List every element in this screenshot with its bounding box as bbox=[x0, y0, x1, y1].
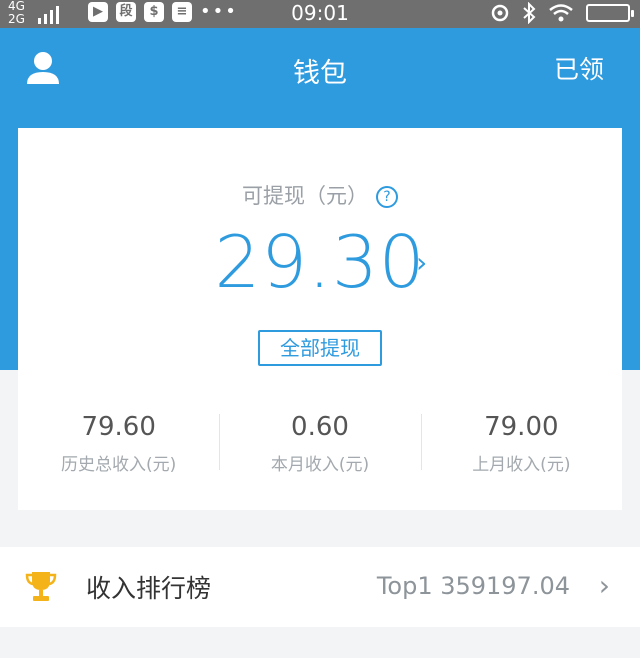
stat-last-month-income: 79.00 上月收入(元) bbox=[420, 410, 622, 490]
bluetooth-icon bbox=[523, 2, 536, 24]
battery-icon bbox=[586, 4, 634, 22]
status-bar: 4G 2G ▶ 段 $ ≡ ••• 09:01 bbox=[0, 0, 640, 28]
stat-value: 0.60 bbox=[291, 412, 349, 442]
stat-label: 本月收入(元) bbox=[270, 455, 370, 475]
withdraw-all-button[interactable]: 全部提现 bbox=[258, 330, 382, 366]
stat-label: 上月收入(元) bbox=[472, 455, 571, 475]
wifi-icon bbox=[549, 4, 573, 22]
system-icons bbox=[490, 2, 634, 24]
rotation-icon bbox=[491, 4, 509, 22]
available-label: 可提现（元）? bbox=[18, 180, 622, 210]
page-title: 钱包 bbox=[293, 58, 347, 89]
stat-value: 79.00 bbox=[484, 412, 559, 442]
income-ranking-row[interactable]: 收入排行榜 Top1 359197.04 › bbox=[0, 547, 640, 627]
help-icon[interactable]: ? bbox=[376, 186, 398, 208]
income-stats: 79.60 历史总收入(元) 0.60 本月收入(元) 79.00 上月收入(元… bbox=[18, 410, 622, 490]
trophy-icon bbox=[25, 572, 57, 601]
ranking-value: Top1 359197.04 bbox=[376, 572, 570, 600]
claimed-link[interactable]: 已领 bbox=[554, 50, 604, 86]
ranking-label: 收入排行榜 bbox=[86, 574, 212, 603]
stat-value: 79.60 bbox=[81, 412, 156, 442]
stat-this-month-income: 0.60 本月收入(元) bbox=[219, 410, 420, 490]
available-amount[interactable]: 29.30 bbox=[18, 220, 622, 304]
stat-total-income: 79.60 历史总收入(元) bbox=[18, 410, 219, 490]
chevron-right-icon: › bbox=[598, 569, 610, 602]
chevron-right-icon[interactable]: › bbox=[416, 246, 427, 279]
stat-label: 历史总收入(元) bbox=[61, 455, 177, 475]
balance-card: 可提现（元）? 29.30 › 全部提现 79.60 历史总收入(元) 0.60… bbox=[18, 128, 622, 510]
